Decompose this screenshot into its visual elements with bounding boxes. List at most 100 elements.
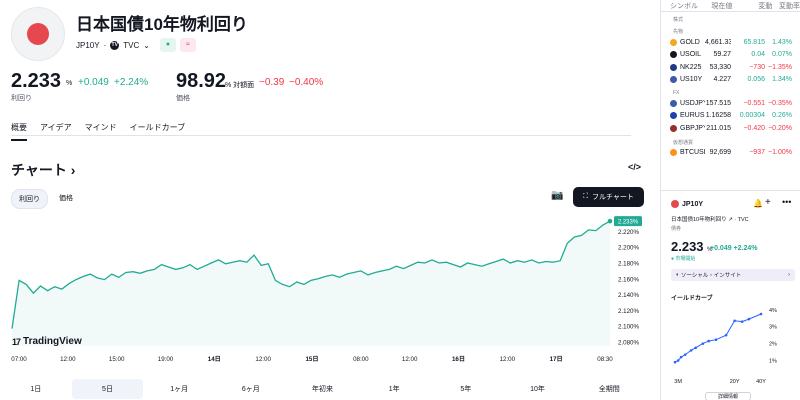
chart-section-title[interactable]: チャート › <box>11 160 75 180</box>
x-tick-label: 15日 <box>305 356 318 363</box>
y-tick-label: 2.100% <box>618 324 639 331</box>
market-status: ● 市場開始 <box>671 256 696 262</box>
chevron-right-icon: › <box>70 162 76 178</box>
x-tick-label: 16日 <box>452 356 465 363</box>
x-tick-label: 14日 <box>208 356 221 363</box>
yield-curve-line <box>674 313 762 363</box>
x-tick-label: 12:00 <box>255 356 271 363</box>
yield-curve-y-tick: 1% <box>769 359 777 365</box>
watchlist-section[interactable]: 株式 <box>661 12 800 24</box>
market-open-badge[interactable]: ● <box>159 38 176 52</box>
detail-header[interactable]: JP10Y <box>671 200 703 208</box>
range-10y[interactable]: 10年 <box>502 379 574 399</box>
price-change-pct: −0.40% <box>289 77 324 88</box>
price-chart[interactable]: 2.233% 2.220% 2.200% 2.180% 2.160% 2.140% 2.12… <box>0 210 645 370</box>
yield-curve-point <box>724 333 728 337</box>
watchlist-row[interactable]: NK225 53,330 −730 −1.35% <box>661 61 800 74</box>
watchlist-change: 0.00304 <box>739 112 765 120</box>
watchlist-row[interactable]: USOIL 59.27 0.04 0.07% <box>661 49 800 62</box>
watchlist-price: 53,330 <box>709 63 731 71</box>
range-5d[interactable]: 5日 <box>71 379 144 399</box>
range-1d[interactable]: 1日 <box>0 379 72 399</box>
x-tick-label: 15:00 <box>109 356 125 363</box>
x-tick-label: 07:00 <box>11 356 27 363</box>
tab-yield-curve[interactable]: イールドカーブ <box>130 122 186 141</box>
yield-curve-y-tick: 3% <box>769 325 777 331</box>
full-chart-button[interactable]: ⛶ フルチャート <box>573 187 644 207</box>
range-1m[interactable]: 1ヶ月 <box>143 379 215 399</box>
watchlist-change-pct: −0.20% <box>768 124 792 132</box>
watchlist-symbol: US10Y <box>680 76 703 84</box>
watchlist-price: 59.27 <box>713 51 731 59</box>
watchlist-change-pct: 0.26% <box>772 112 792 120</box>
embed-code-icon[interactable]: </> <box>628 162 641 172</box>
social-insights-button[interactable]: ◐ ソーシャル・インサイト › <box>671 269 795 281</box>
watchlist-change-pct: −0.35% <box>768 99 792 107</box>
watchlist-row[interactable]: USDJPY 157.515 −0.551 −0.35% <box>661 97 800 110</box>
watchlist-row[interactable]: BTCUSD 92,699 −937−1.00% <box>661 147 800 160</box>
range-ytd[interactable]: 年初来 <box>287 379 359 399</box>
watchlist-change: −0.551 <box>743 99 765 107</box>
symbol-label[interactable]: JP10Y <box>76 41 100 50</box>
range-all[interactable]: 全期間 <box>573 379 645 399</box>
more-icon[interactable]: ••• <box>782 197 791 207</box>
range-6m[interactable]: 6ヶ月 <box>215 379 287 399</box>
yield-curve-point <box>714 338 718 342</box>
range-5y[interactable]: 5年 <box>430 379 502 399</box>
tradingview-exchange-icon: TV <box>110 40 120 50</box>
tab-ideas[interactable]: アイデア <box>40 122 72 141</box>
chevron-down-icon[interactable]: ⌄ <box>143 41 150 50</box>
watchlist-section[interactable]: 先物 <box>661 24 800 36</box>
watchlist-price: 1.16258 <box>705 112 731 120</box>
watchlist-symbol: USDJPY <box>680 99 705 107</box>
eurusd-flag-icon <box>670 112 677 120</box>
watchlist-row[interactable]: EURUSD1.16258 0.00304 0.26% <box>661 110 800 123</box>
chevron-right-icon: › <box>788 272 790 278</box>
col-price: 現在値 <box>711 2 733 10</box>
yield-curve-x-tick: 20Y <box>730 379 740 385</box>
details-button[interactable]: 詳細情報 <box>705 392 751 400</box>
x-tick-label: 17日 <box>550 356 563 363</box>
camera-icon[interactable]: 📷 <box>551 190 563 201</box>
usdjpy-flag-icon <box>670 99 677 107</box>
toggle-yield[interactable]: 利回り <box>11 189 48 209</box>
watchlist-symbol: USOIL <box>680 51 702 59</box>
watchlist-section[interactable]: 仮想通貨 <box>661 135 800 147</box>
yield-curve-x-tick: 3M <box>674 379 682 385</box>
watchlist-symbol: NK225 <box>680 63 702 71</box>
watchlist-header: シンボル 現在値 変動 変動率 <box>661 0 800 12</box>
tab-sentiment[interactable]: マインド <box>85 122 117 141</box>
watchlist-row[interactable]: US10Y 4.227 0.056 1.34% <box>661 74 800 87</box>
tab-bar: 概要 アイデア マインド イールドカーブ <box>11 122 185 141</box>
expand-icon: ⛶ <box>583 193 588 200</box>
bell-icon[interactable]: 🔔 <box>753 199 763 208</box>
yield-curve-chart: 4% 3% 2% 1% 3M 20Y 40Y <box>673 308 777 385</box>
watchlist-change: −937 <box>749 149 765 157</box>
yield-curve-point <box>759 312 763 316</box>
watchlist-price: 92,699 <box>709 149 731 157</box>
tab-overview[interactable]: 概要 <box>11 122 27 141</box>
yield-curve-y-tick: 4% <box>769 308 777 314</box>
yield-change: +0.049 <box>78 77 109 88</box>
yield-curve-point <box>707 339 710 343</box>
watchlist-row[interactable]: GOLD 4,661.330 65.815 1.43% <box>661 36 800 49</box>
main-panel: 日本国債10年物利回り JP10Y · TV TVC ⌄ ● ≈ 2.233 %… <box>0 0 645 400</box>
x-tick-label: 08:00 <box>353 356 369 363</box>
watchlist-price: 157.515 <box>705 99 731 107</box>
y-tick-label: 2.200% <box>618 245 639 252</box>
detail-name[interactable]: 日本国債10年物利回り ↗ · TVC <box>671 215 749 223</box>
watchlist-change: 65.815 <box>743 38 765 46</box>
toggle-price[interactable]: 価格 <box>52 189 80 209</box>
detail-subtitle: 債券 <box>671 226 682 232</box>
x-tick-label: 19:00 <box>158 356 174 363</box>
range-1y[interactable]: 1年 <box>358 379 430 399</box>
exchange-label[interactable]: TVC <box>123 41 139 50</box>
yield-unit: % <box>66 80 73 87</box>
delayed-data-badge[interactable]: ≈ <box>179 38 196 52</box>
col-change-pct: 変動率 <box>779 2 800 10</box>
yield-curve-point <box>673 360 677 364</box>
watchlist-section[interactable]: FX <box>661 86 800 97</box>
add-icon[interactable]: + <box>765 197 771 208</box>
watchlist-row[interactable]: GBPJPY 211.015 −0.420 −0.20% <box>661 122 800 135</box>
symbol-row: JP10Y · TV TVC ⌄ ● ≈ <box>76 38 196 52</box>
